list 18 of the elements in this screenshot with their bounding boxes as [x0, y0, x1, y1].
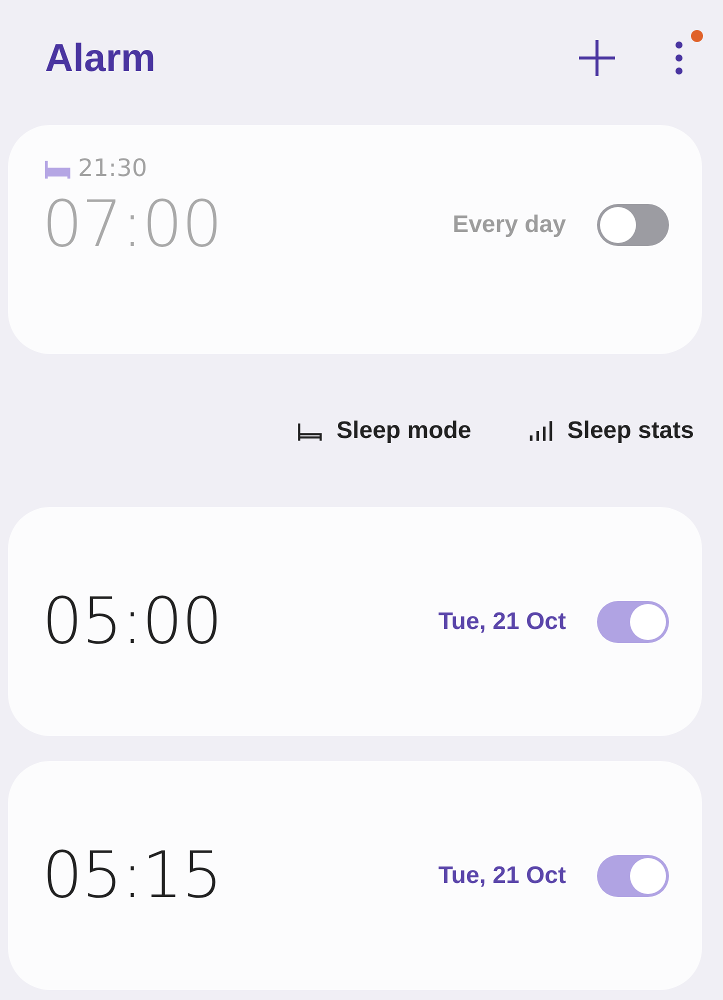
- bedtime-text: 21:30: [78, 154, 148, 182]
- page-title: Alarm: [45, 36, 157, 80]
- alarm-toggle[interactable]: [597, 854, 669, 896]
- repeat-text: Every day: [452, 211, 566, 239]
- alarm-card[interactable]: 05:15 Tue, 21 Oct: [8, 761, 702, 990]
- more-options-icon: [674, 40, 684, 76]
- add-icon: [577, 38, 617, 78]
- alarm-card[interactable]: 05:00 Tue, 21 Oct: [8, 507, 702, 736]
- alarm-time: 05:00: [42, 584, 222, 658]
- repeat-text: Tue, 21 Oct: [438, 608, 566, 636]
- alarm-time: 05:15: [42, 838, 222, 912]
- repeat-text: Tue, 21 Oct: [438, 862, 566, 890]
- sleep-stats-button[interactable]: Sleep stats: [527, 417, 694, 445]
- alarm-toggle[interactable]: [597, 204, 669, 246]
- alarm-time: 07:00: [42, 188, 222, 262]
- add-button[interactable]: [577, 38, 617, 78]
- sleep-mode-button[interactable]: Sleep mode: [296, 417, 472, 445]
- alarm-toggle[interactable]: [597, 600, 669, 642]
